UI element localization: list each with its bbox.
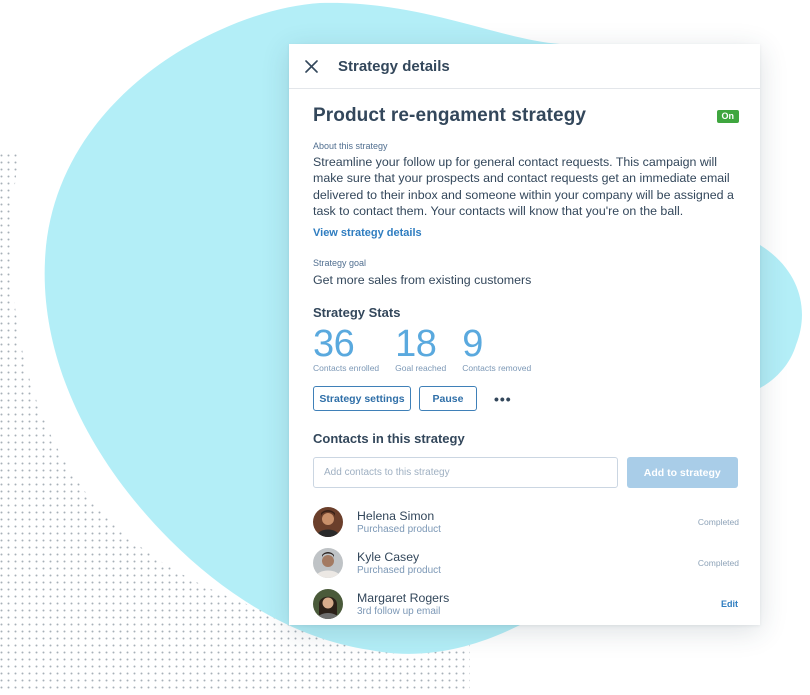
stat-goal-reached: 18 Goal reached xyxy=(395,324,446,373)
avatar xyxy=(313,588,343,619)
more-icon[interactable]: ••• xyxy=(494,392,512,406)
action-buttons: Strategy settings Pause ••• xyxy=(313,386,738,412)
panel-content: Product re-engament strategy On About th… xyxy=(289,105,760,624)
strategy-details-panel: Strategy details Product re-engament str… xyxy=(289,44,760,625)
stat-label: Contacts removed xyxy=(462,363,532,374)
avatar xyxy=(313,506,343,537)
status-badge: On xyxy=(716,109,739,123)
pause-button[interactable]: Pause xyxy=(419,386,477,412)
panel-header: Strategy details xyxy=(289,44,760,89)
completed-label: Completed xyxy=(697,516,739,527)
about-label: About this strategy xyxy=(313,141,388,151)
stat-value: 9 xyxy=(462,323,483,366)
strategy-settings-button[interactable]: Strategy settings xyxy=(313,386,411,412)
stat-value: 36 xyxy=(313,323,355,366)
contact-status-text: Purchased product xyxy=(357,564,441,576)
contact-status-text: 3rd follow up email xyxy=(357,605,441,617)
contact-info: Helena Simon Purchased product xyxy=(357,509,441,535)
avatar xyxy=(313,547,343,578)
view-strategy-details-link[interactable]: View strategy details xyxy=(313,227,422,239)
list-item[interactable]: Kyle Casey Purchased product Completed xyxy=(313,542,739,583)
goal-label: Strategy goal xyxy=(313,258,367,269)
stats-heading: Strategy Stats xyxy=(313,305,401,321)
strategy-title: Product re-engament strategy xyxy=(313,105,587,126)
edit-link[interactable]: Edit xyxy=(721,599,738,609)
close-icon[interactable] xyxy=(301,56,321,76)
panel-title: Strategy details xyxy=(338,57,450,75)
contact-name: Helena Simon xyxy=(357,508,435,523)
contact-name: Kyle Casey xyxy=(357,549,420,564)
stat-label: Contacts enrolled xyxy=(313,363,380,374)
list-item[interactable]: Helena Simon Purchased product Completed xyxy=(313,501,739,542)
stat-label: Goal reached xyxy=(395,363,447,374)
title-row: Product re-engament strategy On xyxy=(313,105,739,127)
contact-name: Margaret Rogers xyxy=(357,590,450,605)
contacts-heading: Contacts in this strategy xyxy=(313,431,465,447)
stat-contacts-removed: 9 Contacts removed xyxy=(462,324,531,373)
about-text: Streamline your follow up for general co… xyxy=(313,155,734,218)
list-item[interactable]: Margaret Rogers 3rd follow up email Edit xyxy=(313,583,738,624)
add-contacts-input[interactable] xyxy=(313,457,618,489)
stat-contacts-enrolled: 36 Contacts enrolled xyxy=(313,324,379,373)
add-to-strategy-button[interactable]: Add to strategy xyxy=(626,457,738,489)
contact-info: Kyle Casey Purchased product xyxy=(357,550,441,576)
add-contacts-row: Add to strategy xyxy=(313,457,738,489)
stat-value: 18 xyxy=(395,323,437,366)
contact-status-text: Purchased product xyxy=(357,523,441,535)
stats-row: 36 Contacts enrolled 18 Goal reached 9 C… xyxy=(313,324,738,373)
contact-info: Margaret Rogers 3rd follow up email xyxy=(357,591,449,617)
completed-label: Completed xyxy=(697,557,739,568)
contact-list: Helena Simon Purchased product Completed… xyxy=(313,501,739,624)
goal-text: Get more sales from existing customers xyxy=(313,273,532,288)
